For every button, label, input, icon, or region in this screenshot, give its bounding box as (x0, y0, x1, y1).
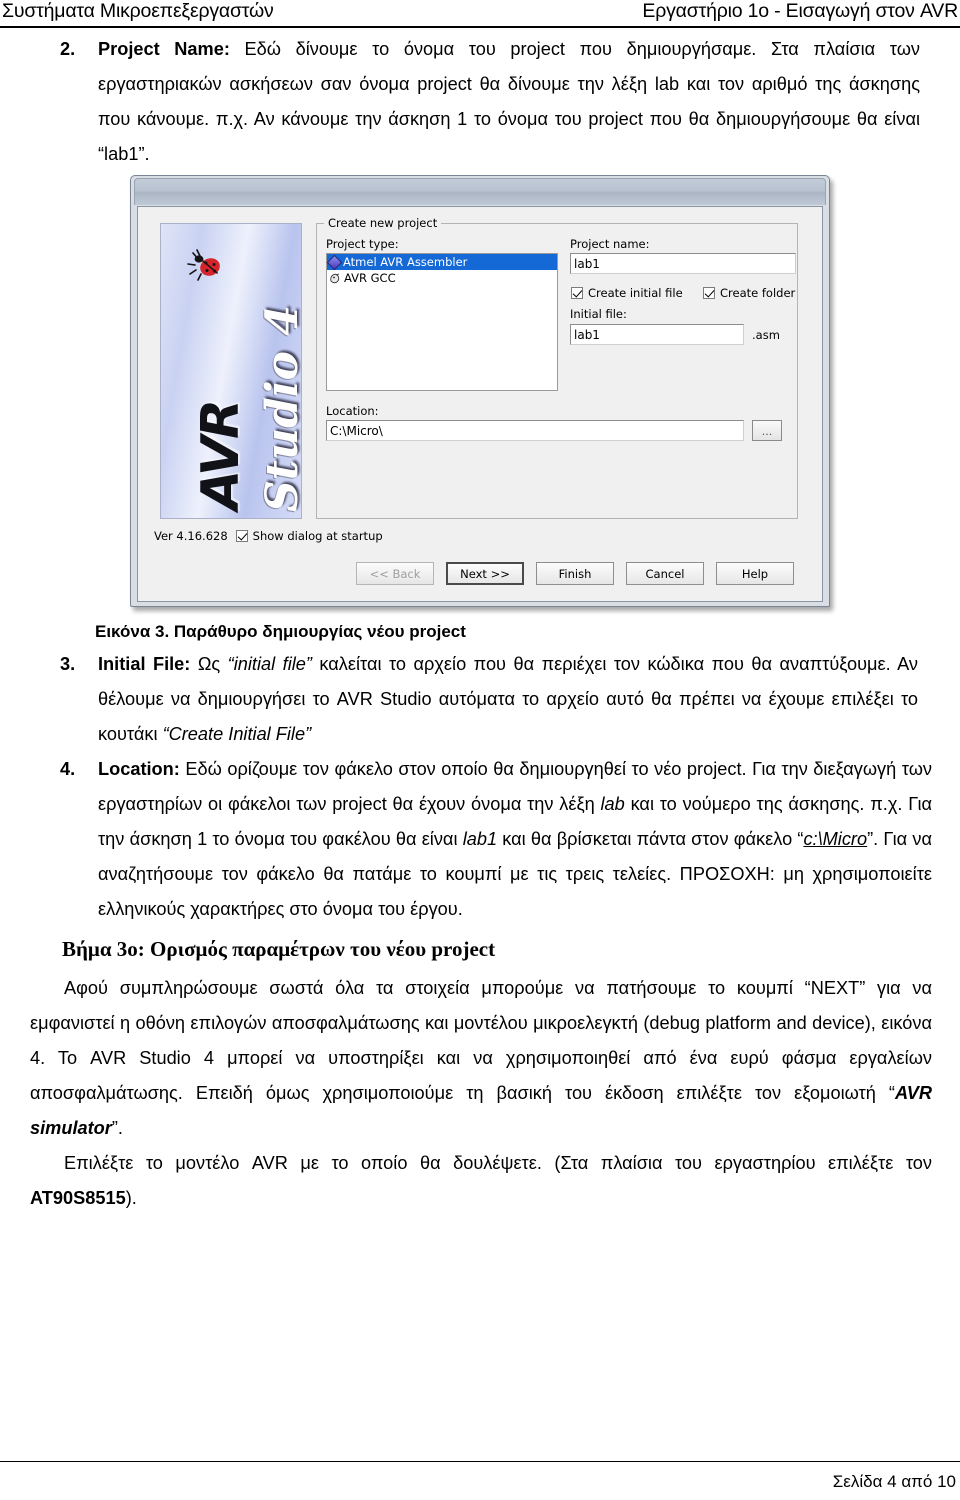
ladybug-icon (187, 249, 220, 281)
header-lab-title: Εργαστήριο 1ο - Εισαγωγή στον AVR (642, 0, 958, 22)
dialog-button-row: << Back Next >> Finish Cancel Help (138, 562, 824, 585)
atmel-diamond-icon (327, 254, 343, 270)
list-item-initial-file: 3. Initial File: Ως “initial file” καλεί… (30, 647, 918, 752)
list-item-label: Atmel AVR Assembler (343, 255, 468, 269)
location-input[interactable]: C:\Micro\ (326, 420, 744, 441)
show-dialog-at-startup-label: Show dialog at startup (252, 529, 383, 543)
list-item-location: 4. Location: Εδώ ορίζουμε τον φάκελο στο… (30, 752, 932, 927)
list-item[interactable]: AVR GCC (327, 270, 557, 286)
item-quote-initial-file: “initial file” (227, 654, 312, 674)
paragraph-text: Αφού συμπληρώσουμε σωστά όλα τα στοιχεία… (30, 978, 932, 1103)
checkbox-label: Create folder (720, 286, 796, 300)
paragraph-text: ). (125, 1188, 137, 1208)
item-em-lab1: lab1 (462, 829, 498, 849)
checkbox-box (571, 287, 583, 299)
dialog-titlebar (134, 178, 826, 205)
item-em-lab: lab (600, 794, 625, 814)
paragraph-bold-device: AT90S8515 (30, 1188, 126, 1208)
next-button[interactable]: Next >> (446, 562, 524, 585)
page-header: Συστήματα Μικροεπεξεργαστών Εργαστήριο 1… (0, 0, 960, 28)
header-divider (0, 26, 960, 28)
create-initial-file-checkbox[interactable]: Create initial file (571, 286, 683, 300)
help-button[interactable]: Help (716, 562, 794, 585)
initial-file-input[interactable]: lab1 (570, 324, 744, 345)
checkbox-box (703, 287, 715, 299)
project-type-listbox[interactable]: Atmel AVR Assembler AVR GCC (326, 253, 558, 391)
checkbox-box[interactable] (235, 530, 248, 542)
footer-divider (0, 1461, 960, 1462)
item-term: Location: (98, 759, 180, 779)
paragraph-text: ”. (111, 1118, 123, 1138)
item-term: Project Name: (98, 39, 230, 59)
checkbox-label: Create initial file (588, 286, 683, 300)
project-type-label: Project type: (326, 237, 399, 251)
list-item-label: AVR GCC (344, 271, 396, 285)
finish-button[interactable]: Finish (536, 562, 614, 585)
list-item-project-name: 2. Project Name: Εδώ δίνουμε το όνομα το… (30, 32, 920, 172)
header-course-title: Συστήματα Μικροεπεξεργαστών (2, 0, 274, 22)
project-name-input[interactable]: lab1 (570, 253, 796, 274)
item-path-link[interactable]: c:\Micro (803, 829, 867, 849)
section-heading-step3: Βήμα 3ο: Ορισμός παραμέτρων του νέου pro… (62, 937, 496, 961)
item-text: και θα βρίσκεται πάντα στον φάκελο “ (497, 829, 804, 849)
logo-studio-text: Studio 4 (257, 305, 302, 512)
item-number: 2. (60, 39, 76, 59)
avr-studio-dialog: AVR Studio 4 Create new project Project … (130, 175, 830, 607)
document-body: 2. Project Name: Εδώ δίνουμε το όνομα το… (0, 32, 960, 1216)
figure-caption: Εικόνα 3. Παράθυρο δημιουργίας νέου proj… (95, 622, 466, 641)
paragraph-text: Επιλέξτε το μοντέλο AVR με το οποίο θα δ… (64, 1153, 932, 1173)
footer-page-number: Σελίδα 4 από 10 (832, 1472, 956, 1491)
logo-avr-text: AVR (191, 402, 251, 510)
create-folder-checkbox[interactable]: Create folder (703, 286, 795, 300)
cancel-button[interactable]: Cancel (626, 562, 704, 585)
paragraph-step3-device: Επιλέξτε το μοντέλο AVR με το οποίο θα δ… (30, 1146, 932, 1216)
back-button[interactable]: << Back (356, 562, 434, 585)
avr-studio-logo-panel: AVR Studio 4 (160, 223, 302, 519)
groupbox-title: Create new project (324, 216, 442, 230)
dialog-status-row: Ver 4.16.628 Show dialog at startup (154, 529, 383, 543)
item-number: 3. (60, 654, 76, 674)
item-quote-create-initial-file: “Create Initial File” (162, 724, 312, 744)
figure-new-project-dialog: AVR Studio 4 Create new project Project … (0, 172, 960, 617)
item-term: Initial File: (98, 654, 191, 674)
initial-file-extension: .asm (752, 328, 780, 342)
paragraph-step3-intro: Αφού συμπληρώσουμε σωστά όλα τα στοιχεία… (30, 971, 932, 1146)
dialog-client-area: AVR Studio 4 Create new project Project … (137, 206, 823, 602)
browse-button[interactable]: ... (752, 420, 782, 441)
item-number: 4. (60, 759, 76, 779)
list-item[interactable]: Atmel AVR Assembler (327, 254, 557, 270)
project-name-label: Project name: (570, 237, 650, 251)
location-label: Location: (326, 404, 379, 418)
initial-file-label: Initial file: (570, 307, 627, 321)
item-text: Ως (190, 654, 228, 674)
version-label: Ver 4.16.628 (154, 529, 228, 543)
gcc-gnu-icon (329, 273, 341, 284)
